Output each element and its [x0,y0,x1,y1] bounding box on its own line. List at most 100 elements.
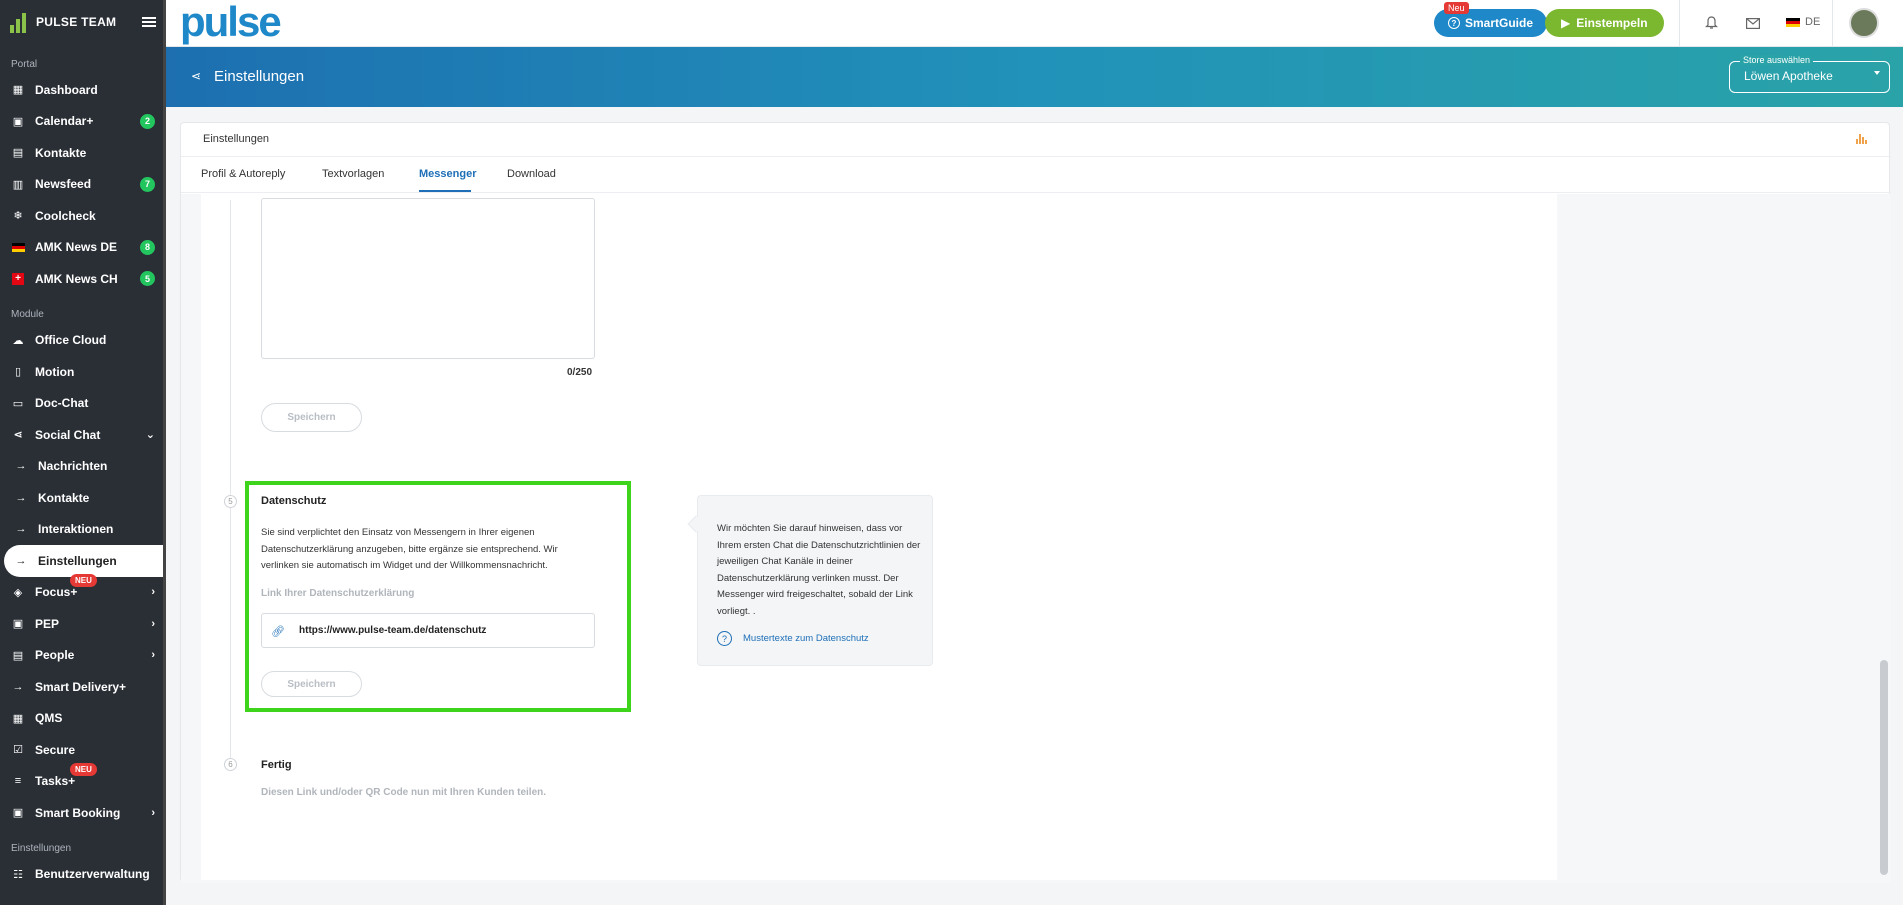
sidebar-item-smart-delivery[interactable]: → Smart Delivery+ [0,671,166,703]
sidebar-scrollbar[interactable] [163,0,166,905]
tab-download[interactable]: Download [507,168,556,180]
new-badge: Neu [1444,2,1469,14]
qms-icon: ▦ [12,712,24,725]
clock-in-button[interactable]: ▶ Einstempeln [1545,9,1664,37]
share-icon: ⋖ [13,429,23,442]
bell-icon[interactable] [1702,14,1720,32]
phone-icon: ▯ [14,366,22,379]
save-button[interactable]: Speichern [261,403,362,432]
done-title: Fertig [261,759,292,771]
sidebar-item-focus[interactable]: ◈ Focus+ NEU › [0,573,166,609]
privacy-title: Datenschutz [261,495,327,507]
sidebar-item-social-kontakte[interactable]: → Kontakte [0,482,166,514]
menu-toggle-icon[interactable] [142,17,156,27]
count-badge: 7 [140,176,155,192]
sidebar-item-motion[interactable]: ▯ Motion [0,356,166,388]
divider [1832,0,1833,47]
chevron-right-icon: › [151,617,155,630]
page-header: ⋖ Einstellungen Store auswählen Löwen Ap… [166,47,1903,107]
sidebar-item-amk-news-de[interactable]: AMK News DE 8 [0,232,166,264]
stepper-line [230,200,231,760]
section-settings: Einstellungen [11,843,72,854]
step-number: 6 [224,758,237,771]
topbar: pulse ? SmartGuide Neu ▶ Einstempeln DE [166,0,1903,47]
privacy-save-button[interactable]: Speichern [261,671,362,697]
tab-textvorlagen[interactable]: Textvorlagen [322,168,384,180]
sidebar-item-newsfeed[interactable]: ▥ Newsfeed 7 [0,169,166,201]
sidebar-item-einstellungen[interactable]: → Einstellungen [4,545,166,577]
sidebar-item-tasks[interactable]: ≡ Tasks+ NEU [0,762,166,798]
focus-icon: ◈ [13,586,23,599]
privacy-templates-link[interactable]: Mustertexte zum Datenschutz [743,633,869,644]
step-number: 5 [224,495,237,508]
card-title: Einstellungen [203,133,270,145]
sidebar-item-calendar[interactable]: ▣ Calendar+ 2 [0,106,166,138]
page-title: Einstellungen [214,68,305,85]
flag-ch-icon: + [11,272,25,286]
sidebar-brand: PULSE TEAM [0,0,166,44]
content-scrollbar[interactable] [1880,660,1888,875]
arrow-right-icon: → [12,680,24,693]
section-module: Module [11,309,44,320]
sidebar-item-coolcheck[interactable]: ❄ Coolcheck [0,200,166,232]
people-icon: ▤ [12,649,24,662]
chart-icon[interactable] [1856,134,1867,144]
arrow-right-icon: → [15,491,27,504]
sidebar: PULSE TEAM Portal ▦ Dashboard ▣ Calendar… [0,0,166,905]
arrow-right-icon: → [15,523,27,536]
store-select-label: Store auswählen [1740,55,1814,65]
chevron-right-icon: › [151,649,155,662]
sidebar-item-benutzerverwaltung[interactable]: ☷ Benutzerverwaltung [0,859,166,891]
sidebar-item-doc-chat[interactable]: ▭ Doc-Chat [0,388,166,420]
card-header: Einstellungen [181,123,1891,157]
info-text: Wir möchten Sie darauf hinweisen, dass v… [717,523,921,617]
tasks-icon: ≡ [14,775,22,788]
sidebar-item-people[interactable]: ▤ People › [0,640,166,672]
contacts-icon: ▤ [12,147,24,160]
cloud-icon: ☁ [12,334,24,347]
tabs: Profil & Autoreply Textvorlagen Messenge… [181,157,1891,193]
dashboard-icon: ▦ [12,84,24,97]
section-portal: Portal [11,58,38,70]
tab-profil-autoreply[interactable]: Profil & Autoreply [201,168,285,180]
language-switcher[interactable]: DE [1786,16,1820,28]
arrow-right-icon: → [15,554,27,567]
message-textarea[interactable] [261,198,595,359]
sidebar-item-kontakte[interactable]: ▤ Kontakte [0,137,166,169]
sidebar-item-dashboard[interactable]: ▦ Dashboard [0,74,166,106]
brand-name: PULSE TEAM [36,15,117,29]
sidebar-item-smart-booking[interactable]: ▣ Smart Booking › [0,797,166,829]
play-icon: ▶ [1561,16,1571,30]
store-select-value: Löwen Apotheke [1744,69,1833,83]
newsfeed-icon: ▥ [12,178,24,191]
sidebar-item-office-cloud[interactable]: ☁ Office Cloud [0,325,166,357]
chat-icon: ▭ [12,397,24,410]
flag-de-icon [11,240,25,254]
flag-de-icon [1786,17,1800,27]
sidebar-item-interaktionen[interactable]: → Interaktionen [0,514,166,546]
chevron-right-icon: › [151,586,155,599]
sidebar-item-nachrichten[interactable]: → Nachrichten [0,451,166,483]
count-badge: 2 [140,113,155,129]
sidebar-item-pep[interactable]: ▣ PEP › [0,608,166,640]
divider [1679,0,1680,47]
count-badge: 8 [140,239,155,255]
mail-icon[interactable] [1744,14,1762,32]
sidebar-item-social-chat[interactable]: ⋖ Social Chat ⌄ [0,419,166,451]
snowflake-icon: ❄ [13,210,23,223]
chevron-down-icon: ⌄ [145,429,155,442]
help-icon: ? [1448,17,1460,29]
new-badge: NEU [70,762,97,776]
tab-messenger[interactable]: Messenger [419,168,476,180]
booking-icon: ▣ [12,807,24,820]
pulse-logo[interactable]: pulse [180,1,282,43]
sidebar-item-amk-news-ch[interactable]: + AMK News CH 5 [0,263,166,295]
privacy-url-value: https://www.pulse-team.de/datenschutz [299,625,487,636]
new-badge: NEU [70,573,97,587]
share-icon: ⋖ [191,69,202,83]
avatar[interactable] [1849,8,1879,38]
sidebar-item-qms[interactable]: ▦ QMS [0,703,166,735]
count-badge: 5 [140,271,155,287]
sidebar-item-secure[interactable]: ☑ Secure [0,734,166,766]
secure-icon: ☑ [13,744,23,757]
